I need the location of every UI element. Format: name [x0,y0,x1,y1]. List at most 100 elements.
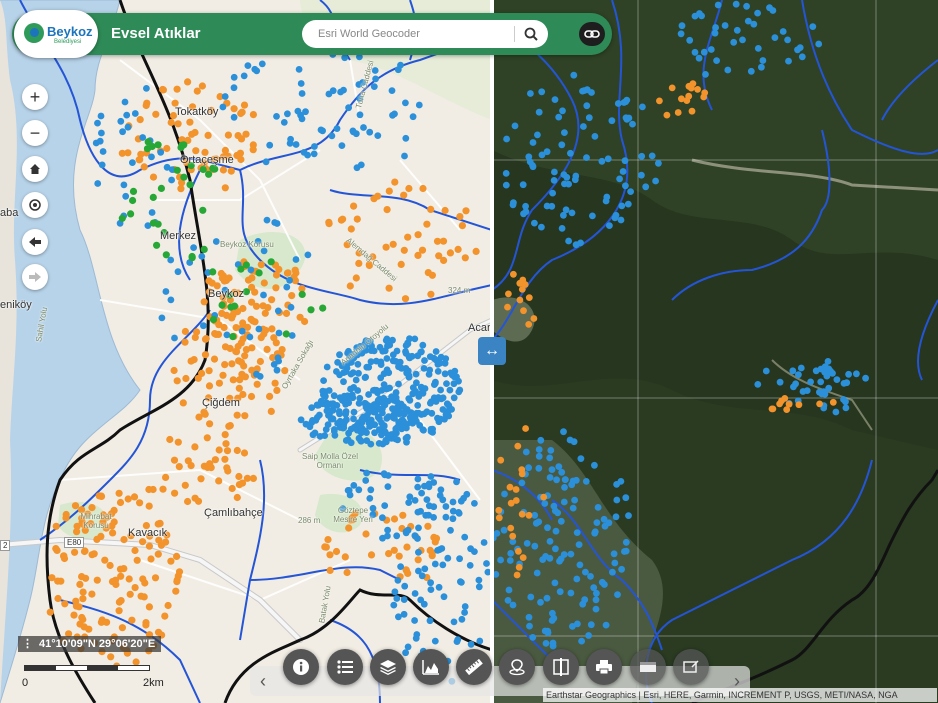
orange-collection-point[interactable] [124,495,132,503]
blue-collection-point[interactable] [776,378,784,386]
orange-collection-point[interactable] [141,579,149,587]
blue-collection-point[interactable] [560,211,567,219]
blue-collection-point[interactable] [529,139,537,146]
orange-collection-point[interactable] [515,563,523,571]
orange-collection-point[interactable] [191,128,199,137]
orange-collection-point[interactable] [325,220,333,228]
orange-collection-point[interactable] [166,435,174,444]
blue-collection-point[interactable] [609,568,616,576]
orange-collection-point[interactable] [163,144,171,153]
blue-collection-point[interactable] [266,141,274,149]
blue-collection-point[interactable] [818,390,826,398]
orange-collection-point[interactable] [242,346,250,354]
blue-collection-point[interactable] [843,379,851,387]
blue-collection-point[interactable] [316,411,323,419]
orange-collection-point[interactable] [505,290,512,298]
orange-collection-point[interactable] [275,265,283,273]
green-collection-point[interactable] [173,166,181,174]
blue-collection-point[interactable] [260,291,267,299]
blue-collection-point[interactable] [98,129,105,137]
blue-collection-point[interactable] [322,426,330,433]
blue-collection-point[interactable] [418,389,426,397]
blue-collection-point[interactable] [573,575,581,583]
blue-collection-point[interactable] [117,117,125,125]
orange-collection-point[interactable] [54,594,62,603]
orange-collection-point[interactable] [71,548,79,556]
blue-collection-point[interactable] [577,455,585,462]
blue-collection-point[interactable] [456,386,464,394]
orange-collection-point[interactable] [301,317,309,326]
blue-collection-point[interactable] [449,515,457,523]
orange-collection-point[interactable] [441,206,449,215]
blue-collection-point[interactable] [832,408,840,416]
coordinate-display[interactable]: ⋮ 41°10'09"N 29°06'20"E [18,636,162,652]
orange-collection-point[interactable] [207,464,215,472]
orange-collection-point[interactable] [125,575,133,583]
blue-collection-point[interactable] [721,22,729,29]
orange-collection-point[interactable] [179,399,187,407]
blue-collection-point[interactable] [537,436,545,444]
orange-collection-point[interactable] [251,288,259,296]
blue-collection-point[interactable] [415,101,423,109]
blue-collection-point[interactable] [389,351,397,359]
blue-collection-point[interactable] [555,463,563,470]
orange-collection-point[interactable] [233,151,241,160]
blue-collection-point[interactable] [602,197,610,205]
blue-collection-point[interactable] [614,100,622,107]
blue-collection-point[interactable] [386,384,393,392]
orange-collection-point[interactable] [683,97,691,104]
orange-collection-point[interactable] [197,475,205,483]
orange-collection-point[interactable] [389,240,397,248]
blue-collection-point[interactable] [244,62,252,69]
orange-collection-point[interactable] [118,149,126,157]
blue-collection-point[interactable] [842,398,849,406]
green-collection-point[interactable] [242,261,250,269]
orange-collection-point[interactable] [46,608,54,616]
blue-collection-point[interactable] [538,88,546,96]
blue-collection-point[interactable] [374,132,382,140]
blue-collection-point[interactable] [400,596,408,603]
blue-collection-point[interactable] [401,582,409,590]
orange-collection-point[interactable] [116,565,125,573]
blue-collection-point[interactable] [380,394,388,402]
orange-collection-point[interactable] [263,345,271,353]
orange-collection-point[interactable] [239,335,247,343]
orange-collection-point[interactable] [495,506,503,514]
blue-collection-point[interactable] [97,112,105,120]
green-collection-point[interactable] [178,141,186,149]
blue-collection-point[interactable] [442,411,450,419]
green-collection-point[interactable] [154,220,162,228]
orange-collection-point[interactable] [137,150,145,158]
orange-collection-point[interactable] [401,295,410,303]
orange-collection-point[interactable] [145,485,153,494]
blue-collection-point[interactable] [695,54,703,62]
orange-collection-point[interactable] [215,477,223,485]
orange-collection-point[interactable] [253,380,261,388]
blue-collection-point[interactable] [124,123,132,131]
orange-collection-point[interactable] [200,298,208,306]
green-collection-point[interactable] [143,145,152,153]
blue-collection-point[interactable] [356,394,364,402]
orange-collection-point[interactable] [201,335,210,343]
blue-collection-point[interactable] [434,414,441,422]
blue-collection-point[interactable] [308,419,316,426]
blue-collection-point[interactable] [531,542,539,550]
blue-collection-point[interactable] [732,0,740,8]
blue-collection-point[interactable] [622,114,630,122]
blue-collection-point[interactable] [383,366,391,374]
blue-collection-point[interactable] [594,504,602,511]
blue-collection-point[interactable] [541,500,549,507]
orange-collection-point[interactable] [339,215,347,223]
blue-collection-point[interactable] [372,357,380,365]
blue-collection-point[interactable] [573,529,581,536]
green-collection-point[interactable] [154,141,162,149]
blue-collection-point[interactable] [437,353,445,361]
blue-collection-point[interactable] [779,28,787,35]
blue-collection-point[interactable] [380,429,388,436]
directions-button[interactable] [499,649,535,685]
blue-collection-point[interactable] [171,334,178,342]
orange-collection-point[interactable] [72,602,80,610]
orange-collection-point[interactable] [525,294,533,301]
orange-collection-point[interactable] [419,184,427,193]
blue-collection-point[interactable] [458,615,466,623]
